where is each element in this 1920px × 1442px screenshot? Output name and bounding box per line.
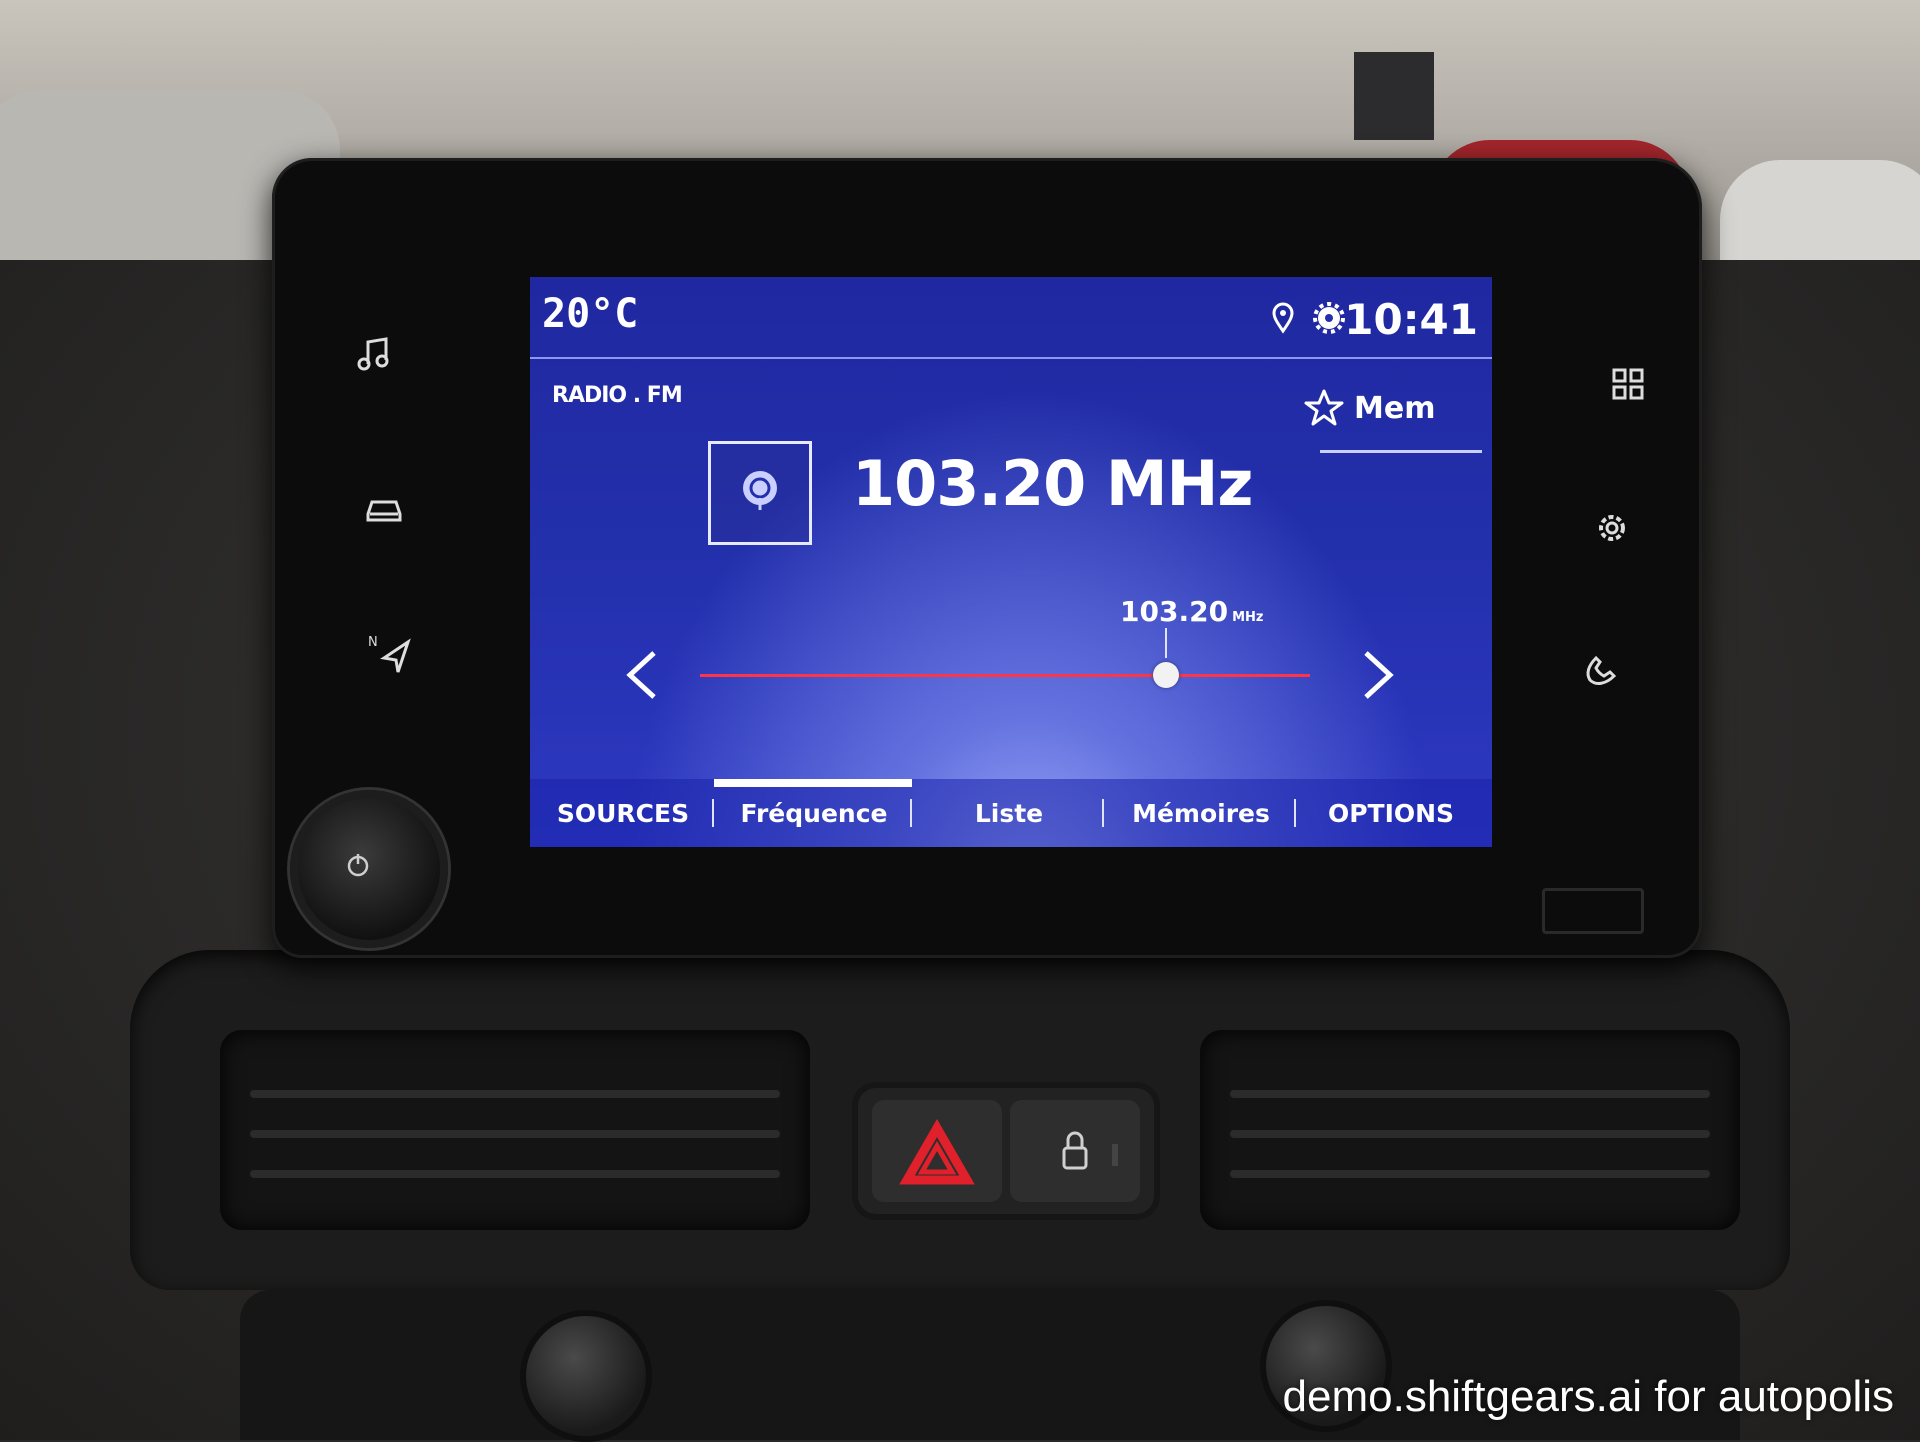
memory-label: Mem: [1354, 390, 1436, 426]
right-air-vent[interactable]: [1200, 1030, 1740, 1230]
settings-gear-icon[interactable]: [1588, 504, 1636, 552]
tab-separator: [1294, 799, 1296, 827]
volume-power-knob[interactable]: [290, 790, 448, 948]
phone-icon[interactable]: [1576, 644, 1624, 692]
star-icon: [1304, 389, 1344, 426]
tab-options[interactable]: OPTIONS: [1300, 779, 1482, 847]
usb-port[interactable]: [1542, 888, 1644, 934]
car-icon[interactable]: [360, 484, 408, 532]
left-climate-knob[interactable]: [520, 1310, 652, 1442]
location-pin-icon[interactable]: [1266, 301, 1300, 335]
padlock-icon: [1062, 1131, 1118, 1170]
music-note-icon[interactable]: [350, 330, 398, 378]
hazard-triangle-icon: [899, 1118, 975, 1185]
outside-temperature: 20°C: [542, 291, 639, 337]
gear-icon[interactable]: [1312, 301, 1346, 335]
tuner-frequency-value: 103.20: [1120, 595, 1229, 628]
navigation-icon[interactable]: N: [366, 630, 414, 678]
next-station-arrow-icon[interactable]: [1354, 645, 1402, 705]
left-air-vent[interactable]: [220, 1030, 810, 1230]
status-bar: 20°C 10:41: [530, 277, 1492, 357]
apps-grid-icon[interactable]: [1604, 360, 1652, 408]
hazard-lock-panel: [858, 1088, 1154, 1214]
clock: 10:41: [1344, 295, 1478, 344]
tab-separator: [1102, 799, 1104, 827]
tab-frequence[interactable]: Fréquence: [718, 779, 910, 847]
tab-liste[interactable]: Liste: [916, 779, 1102, 847]
tuner-slider-handle[interactable]: [1153, 662, 1179, 688]
current-frequency: 103.20 MHz: [852, 447, 1254, 520]
tab-memoires[interactable]: Mémoires: [1108, 779, 1294, 847]
memory-underline: [1320, 450, 1482, 453]
status-divider: [530, 357, 1492, 359]
power-icon: [347, 854, 369, 877]
tuner-tick: [1165, 628, 1167, 658]
central-lock-button[interactable]: [1010, 1100, 1140, 1202]
dealer-sign: [1354, 52, 1434, 140]
active-tab-indicator: [714, 779, 912, 787]
svg-text:N: N: [368, 635, 378, 650]
hazard-button[interactable]: [872, 1100, 1002, 1202]
radio-screen: 20°C 10:41 RADIO . FM Mem 103.20 MHz 103…: [530, 277, 1492, 847]
tuner-frequency-readout: 103.20 MHz: [1120, 595, 1263, 628]
watermark: demo.shiftgears.ai for autopolis: [1282, 1372, 1894, 1421]
tab-separator: [910, 799, 912, 827]
tuner-slider-track[interactable]: [700, 674, 1310, 677]
tuner-frequency-unit: MHz: [1232, 610, 1264, 625]
station-logo: [708, 441, 812, 545]
radio-signal-icon: [743, 471, 777, 510]
bottom-tab-bar: SOURCES Fréquence Liste Mémoires OPTIONS: [530, 779, 1492, 847]
previous-station-arrow-icon[interactable]: [618, 645, 666, 705]
memory-button[interactable]: Mem: [1304, 381, 1464, 435]
source-label: RADIO . FM: [552, 383, 683, 408]
tab-separator: [712, 799, 714, 827]
tab-sources[interactable]: SOURCES: [548, 779, 698, 847]
